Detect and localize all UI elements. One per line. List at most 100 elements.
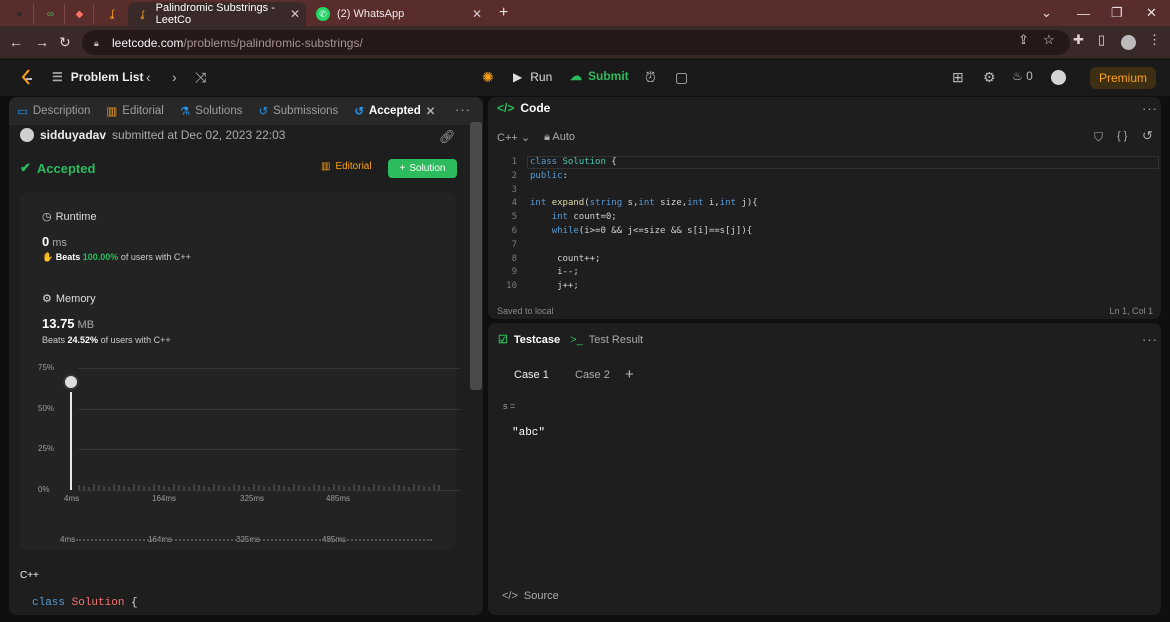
distribution-bar[interactable] <box>223 486 225 490</box>
reset-icon[interactable]: ↺ <box>1142 128 1153 144</box>
side-panel-icon[interactable]: ▯ <box>1098 32 1105 48</box>
range-slider-track[interactable] <box>76 539 432 541</box>
shuffle-icon[interactable]: ⤨ <box>195 69 206 86</box>
profile-avatar[interactable] <box>1121 35 1136 50</box>
close-tab-icon[interactable]: ✕ <box>472 7 482 21</box>
distribution-bar[interactable] <box>258 485 260 490</box>
distribution-bar[interactable] <box>158 485 160 490</box>
layout-icon[interactable]: ⊞ <box>952 69 964 86</box>
distribution-bar[interactable] <box>138 485 140 490</box>
distribution-bar[interactable] <box>278 485 280 490</box>
reload-button[interactable]: ↻ <box>59 34 71 51</box>
tab-editorial[interactable]: ▥ Editorial <box>98 97 171 125</box>
url-bar[interactable]: 🔒︎ leetcode.com/problems/palindromic-sub… <box>82 30 1070 55</box>
premium-button[interactable]: Premium <box>1090 67 1156 89</box>
distribution-bar[interactable] <box>128 487 130 490</box>
distribution-bar[interactable] <box>283 486 285 490</box>
distribution-bar[interactable] <box>123 486 125 490</box>
minimize-button[interactable]: — <box>1077 0 1090 26</box>
distribution-bar[interactable] <box>298 485 300 490</box>
more-icon[interactable]: ··· <box>1142 332 1158 347</box>
link-icon[interactable]: 🔗︎ <box>439 129 456 145</box>
editorial-button[interactable]: ▥ Editorial <box>321 161 372 172</box>
distribution-bar[interactable] <box>328 487 330 490</box>
distribution-bar[interactable] <box>143 486 145 490</box>
distribution-bar[interactable] <box>108 487 110 490</box>
distribution-bar[interactable] <box>243 486 245 490</box>
distribution-bar[interactable] <box>348 487 350 490</box>
close-tab-icon[interactable]: ✕ <box>426 104 436 118</box>
tab-whatsapp[interactable]: ✆ (2) WhatsApp ✕ <box>308 2 488 26</box>
kebab-menu-icon[interactable]: ⋮ <box>1148 32 1161 48</box>
distribution-bar[interactable] <box>353 484 355 490</box>
distribution-bar[interactable] <box>263 486 265 490</box>
distribution-bar[interactable] <box>208 487 210 490</box>
distribution-bar[interactable] <box>373 484 375 490</box>
distribution-bar[interactable] <box>83 486 85 490</box>
pinned-tab-2[interactable]: ∞ <box>37 4 65 24</box>
distribution-bar[interactable] <box>268 487 270 490</box>
distribution-bar[interactable] <box>303 486 305 490</box>
distribution-bar[interactable] <box>418 485 420 490</box>
tab-accepted[interactable]: ↺ Accepted ✕ <box>346 97 443 125</box>
param-value[interactable]: "abc" <box>512 427 545 439</box>
more-icon[interactable]: ··· <box>455 102 471 117</box>
distribution-bar[interactable] <box>88 487 90 490</box>
distribution-bar[interactable] <box>428 487 430 490</box>
distribution-bar[interactable] <box>183 486 185 490</box>
distribution-bar[interactable] <box>343 486 345 490</box>
tab-submissions[interactable]: ↺ Submissions <box>250 97 346 125</box>
submit-button[interactable]: ☁ Submit <box>570 69 629 83</box>
debug-icon[interactable]: ✺ <box>482 69 494 86</box>
tab-solutions[interactable]: ⚗ Solutions <box>172 97 251 125</box>
distribution-bar[interactable] <box>338 485 340 490</box>
distribution-bar[interactable] <box>438 485 440 490</box>
pinned-tab-3[interactable]: ◆ <box>66 4 94 24</box>
distribution-bar[interactable] <box>98 485 100 490</box>
highlight-bar[interactable] <box>70 392 72 490</box>
distribution-bar[interactable] <box>78 485 80 490</box>
tab-search-button[interactable]: ⌄ <box>1041 0 1052 26</box>
memory-title[interactable]: ⚙ Memory <box>42 292 96 306</box>
distribution-bar[interactable] <box>113 484 115 490</box>
pinned-tab-github[interactable]: ● <box>6 4 34 24</box>
left-scrollbar[interactable] <box>470 122 482 390</box>
alarm-icon[interactable]: ⏰︎ <box>645 69 656 86</box>
distribution-bar[interactable] <box>333 484 335 490</box>
distribution-bar[interactable] <box>178 485 180 490</box>
format-braces-icon[interactable]: { } <box>1117 130 1127 142</box>
distribution-bar[interactable] <box>323 486 325 490</box>
auto-mode-toggle[interactable]: 🔒︎ Auto <box>544 131 575 144</box>
distribution-bar[interactable] <box>358 485 360 490</box>
back-button[interactable]: ← <box>9 34 23 50</box>
case-1-tab[interactable]: Case 1 <box>514 369 549 381</box>
prev-problem-icon[interactable]: ‹ <box>146 69 151 85</box>
distribution-bar[interactable] <box>363 486 365 490</box>
distribution-bar[interactable] <box>308 487 310 490</box>
distribution-bar[interactable] <box>213 484 215 490</box>
more-icon[interactable]: ··· <box>1142 101 1158 116</box>
distribution-bar[interactable] <box>203 486 205 490</box>
distribution-bar[interactable] <box>238 485 240 490</box>
distribution-bar[interactable] <box>118 485 120 490</box>
restore-button[interactable]: ❐ <box>1111 0 1123 26</box>
new-tab-button[interactable]: + <box>499 0 508 26</box>
tab-testcase[interactable]: ☑ Testcase <box>498 333 560 347</box>
bookmark-star-icon[interactable]: ☆ <box>1043 32 1055 48</box>
distribution-bar[interactable] <box>408 487 410 490</box>
language-select[interactable]: C++ ⌄ <box>497 131 530 144</box>
share-icon[interactable]: ⇪ <box>1018 32 1029 48</box>
distribution-bar[interactable] <box>433 484 435 490</box>
distribution-bar[interactable] <box>273 484 275 490</box>
distribution-bar[interactable] <box>173 484 175 490</box>
tab-description[interactable]: ▭ Description <box>9 97 98 125</box>
close-window-button[interactable]: ✕ <box>1146 0 1157 26</box>
extensions-icon[interactable]: ✚ <box>1073 32 1084 48</box>
distribution-bar[interactable] <box>388 487 390 490</box>
distribution-bar[interactable] <box>248 487 250 490</box>
distribution-bar[interactable] <box>148 487 150 490</box>
distribution-bar[interactable] <box>153 484 155 490</box>
bookmark-icon[interactable]: ⛉ <box>1094 130 1103 145</box>
runtime-title[interactable]: ◷ Runtime <box>42 210 97 224</box>
distribution-bar[interactable] <box>193 484 195 490</box>
